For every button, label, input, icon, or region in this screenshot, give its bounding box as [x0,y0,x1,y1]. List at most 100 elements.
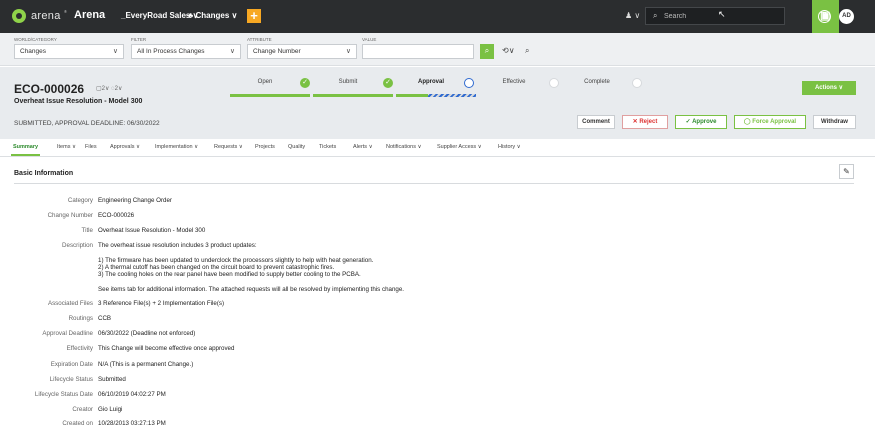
field-value: N/A (This is a permanent Change.) [98,361,194,368]
help-icon[interactable]: ? [818,10,831,23]
value-label: VALUE [362,37,377,42]
stage-progress-bar [396,94,476,97]
check-icon: ✓ [300,78,310,88]
search-filter-bar: WORLD/CATEGORY Changes ∨ FILTER All In P… [0,33,875,66]
product-name: Arena [74,9,106,21]
field-label: Routings [68,315,93,322]
stage-open: Open ✓ [230,78,310,101]
field-label: Lifecycle Status Date [34,391,93,398]
arena-logo-icon[interactable] [12,9,26,23]
field-value: This Change will become effective once a… [98,345,235,352]
actions-button[interactable]: Actions ∨ [802,81,856,95]
tab-items[interactable]: Items ∨ [57,144,76,150]
withdraw-button[interactable]: Withdraw [813,115,856,129]
stage-label: Submit [338,79,358,85]
global-search[interactable]: ⌕ [645,7,785,25]
tab-implementation[interactable]: Implementation ∨ [155,144,198,150]
description-outro: See items tab for additional information… [98,286,404,293]
item-count-badges[interactable]: ▢2∨ ◌2∨ [96,85,122,92]
attribute-select[interactable]: Change Number ∨ [247,44,357,59]
world-category-label: WORLD/CATEGORY [14,37,57,42]
field-value: 06/10/2019 04:02:27 PM [98,391,166,398]
field-label: Lifecycle Status [49,376,93,383]
tab-summary[interactable]: Summary [13,144,38,150]
world-category-value: Changes [20,48,47,55]
chevron-down-icon: ∨ [345,48,351,55]
search-go-button[interactable]: ⌕ [480,44,494,59]
search-history-button[interactable]: ⟲∨ [502,46,515,55]
stage-label: Approval [417,79,444,85]
changes-menu-label: Changes ∨ [195,11,238,20]
user-filter-chevron: ∨ [634,11,641,20]
workspace-menu[interactable]: _EveryRoad Sales ∨ [121,11,198,20]
pending-stage-icon [632,78,642,88]
filter-select[interactable]: All In Process Changes ∨ [131,44,241,59]
stage-label: Open [257,79,273,85]
search-icon: ⌕ [484,46,490,55]
stage-approval: Approval [396,78,476,101]
field-label: Effectivity [66,345,93,352]
search-icon: ⌕ [653,11,658,20]
stage-progress-bar [230,94,310,97]
field-value: Engineering Change Order [98,197,172,204]
tab-alerts[interactable]: Alerts ∨ [353,144,373,150]
tab-requests[interactable]: Requests ∨ [214,144,243,150]
field-value: ECO-000026 [98,212,135,219]
tab-supplier-access[interactable]: Supplier Access ∨ [437,144,482,150]
stage-label: Effective [502,79,526,85]
stage-progress-bar [313,94,393,97]
field-label: Expiration Date [50,361,93,368]
logo-text[interactable]: arena [31,10,61,22]
description-line-2: 2) A thermal cutoff has been changed on … [98,264,335,271]
reject-button[interactable]: ✕ Reject [622,115,668,129]
chevron-down-icon: ∨ [229,48,235,55]
field-value: Submitted [98,376,126,383]
create-new-button[interactable]: + [247,9,261,23]
field-label: Change Number [47,212,93,219]
logo-trademark: ® [64,9,67,14]
field-label: Created on [62,420,93,427]
user-icon: ♟ [625,11,633,20]
tab-files[interactable]: Files [85,144,97,150]
description-line-1: 1) The firmware has been updated to unde… [98,257,374,264]
page-title: ECO-000026 [14,82,85,96]
pending-stage-icon [549,78,559,88]
stage-submit: Submit ✓ [313,78,393,101]
field-value[interactable]: 3 Reference File(s) + 2 Implementation F… [98,300,224,307]
tab-quality[interactable]: Quality [288,144,305,150]
world-category-select[interactable]: Changes ∨ [14,44,124,59]
advanced-search-button[interactable]: ⌕ [525,46,529,56]
field-value: 10/28/2013 03:27:13 PM [98,420,166,427]
field-label: Description [62,242,93,249]
pencil-icon: ✎ [843,167,850,176]
force-approval-button[interactable]: ◯ Force Approval [734,115,806,129]
field-value: Gio Luigi [98,406,123,413]
active-tab-indicator [11,154,40,156]
stage-label: Complete [584,79,610,85]
mouse-cursor-icon: ↖ [718,9,726,19]
status-deadline-text: SUBMITTED, APPROVAL DEADLINE: 06/30/2022 [14,120,160,127]
tab-notifications[interactable]: Notifications ∨ [386,144,422,150]
value-input[interactable] [362,44,474,59]
attribute-value: Change Number [253,48,301,55]
approve-button[interactable]: ✓ Approve [675,115,727,129]
filter-label: FILTER [131,37,147,42]
avatar[interactable]: AD [839,9,854,24]
description-intro: The overheat issue resolution includes 3… [98,242,257,249]
changes-menu[interactable]: ♣ Changes ∨ [188,11,237,20]
change-header: ECO-000026 ▢2∨ ◌2∨ Overheat Issue Resolu… [0,67,875,139]
tab-tickets[interactable]: Tickets [319,144,336,150]
tab-projects[interactable]: Projects [255,144,275,150]
description-line-3: 3) The cooling holes on the rear panel h… [98,271,361,278]
change-subtitle: Overheat Issue Resolution - Model 300 [14,98,143,105]
history-icon: ⟲∨ [502,46,515,55]
edit-button[interactable]: ✎ [839,164,854,179]
user-filter-dropdown[interactable]: ♟ ∨ [625,11,640,20]
field-value: 06/30/2022 (Deadline not enforced) [98,330,196,337]
tab-approvals[interactable]: Approvals ∨ [110,144,140,150]
tab-history[interactable]: History ∨ [498,144,521,150]
check-icon: ✓ [383,78,393,88]
comment-button[interactable]: Comment [577,115,615,129]
stage-complete: Complete [562,78,642,101]
field-label: Associated Files [47,300,93,307]
